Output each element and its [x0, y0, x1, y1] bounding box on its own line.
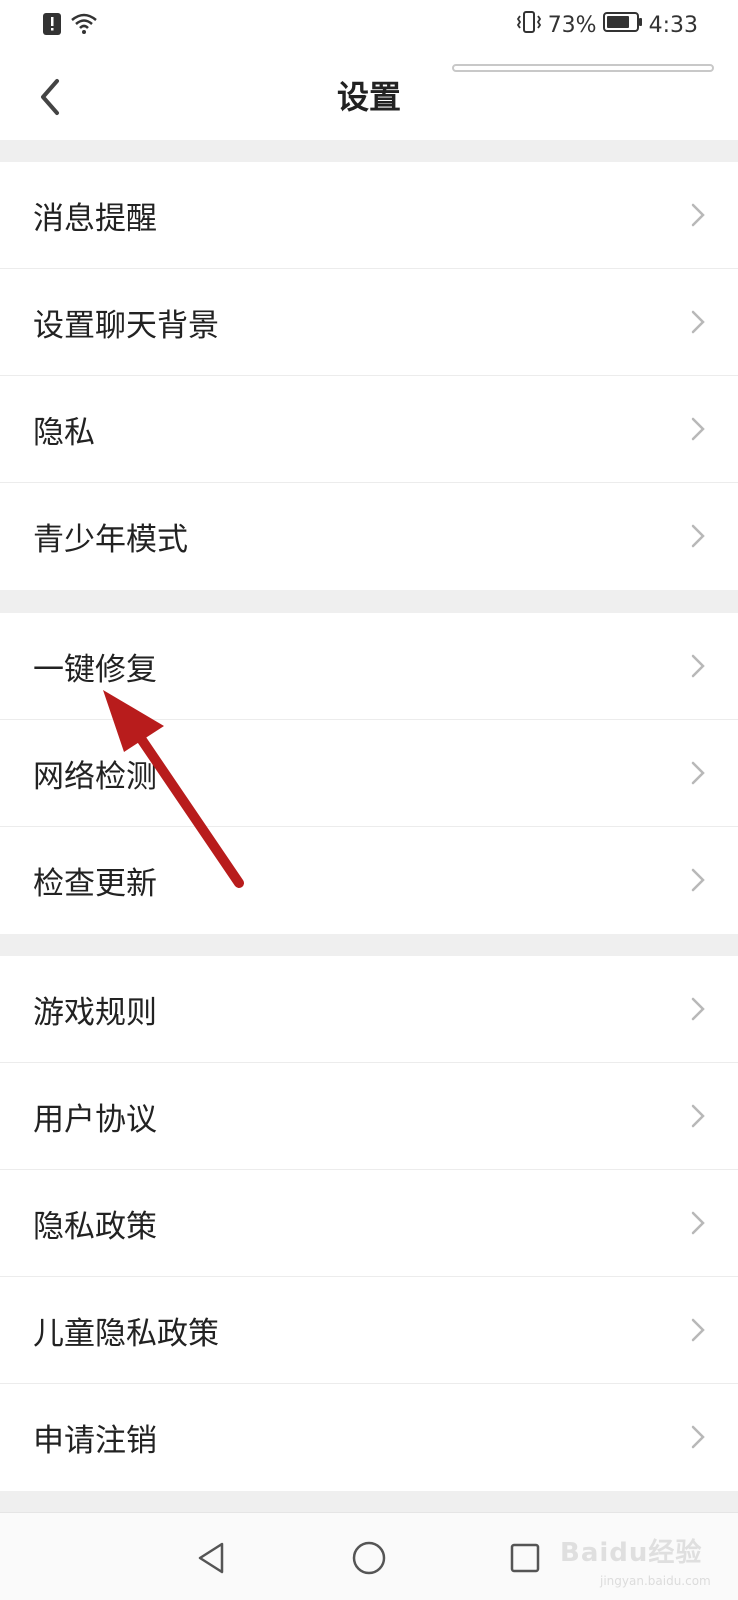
- chevron-left-icon: [41, 79, 59, 115]
- setting-check-update[interactable]: 检查更新: [0, 827, 738, 934]
- chevron-right-icon: [691, 997, 705, 1021]
- chevron-right-icon: [691, 524, 705, 548]
- battery-percentage: 73%: [547, 12, 597, 38]
- settings-group-1: 消息提醒 设置聊天背景 隐私 青少年模式: [0, 162, 738, 590]
- setting-label: 一键修复: [33, 651, 157, 688]
- chevron-right-icon: [691, 1211, 705, 1235]
- baidu-watermark-url: jingyan.baidu.com: [600, 1574, 711, 1588]
- setting-label: 消息提醒: [33, 200, 157, 237]
- back-button[interactable]: [24, 72, 74, 122]
- setting-teen-mode[interactable]: 青少年模式: [0, 483, 738, 590]
- chevron-right-icon: [691, 761, 705, 785]
- setting-message-reminder[interactable]: 消息提醒: [0, 162, 738, 269]
- battery-icon: [602, 11, 643, 39]
- chevron-right-icon: [691, 1425, 705, 1449]
- page-title: 设置: [336, 78, 401, 116]
- chevron-right-icon: [691, 868, 705, 892]
- wifi-icon: [70, 13, 98, 39]
- header: 设置: [0, 54, 738, 140]
- setting-label: 检查更新: [33, 866, 157, 902]
- baidu-watermark: Baidu经验: [560, 1538, 703, 1568]
- setting-label: 用户协议: [33, 1101, 157, 1138]
- setting-child-privacy-policy[interactable]: 儿童隐私政策: [0, 1277, 738, 1384]
- chevron-right-icon: [691, 417, 705, 441]
- clock: 4:33: [648, 12, 698, 38]
- setting-label: 网络检测: [33, 758, 157, 795]
- settings-group-3: 游戏规则 用户协议 隐私政策 儿童隐私政策 申请注销: [0, 956, 738, 1491]
- chevron-right-icon: [691, 1104, 705, 1128]
- setting-label: 儿童隐私政策: [33, 1315, 219, 1352]
- chevron-right-icon: [691, 310, 705, 334]
- setting-label: 隐私政策: [33, 1208, 157, 1245]
- setting-privacy[interactable]: 隐私: [0, 376, 738, 483]
- status-bar: 73% 4:33: [0, 0, 738, 54]
- setting-label: 游戏规则: [33, 994, 157, 1031]
- nav-home-button[interactable]: [342, 1531, 396, 1585]
- setting-one-click-repair[interactable]: 一键修复: [0, 613, 738, 720]
- setting-network-check[interactable]: 网络检测: [0, 720, 738, 827]
- chevron-right-icon: [691, 654, 705, 678]
- circle-home-icon: [352, 1541, 386, 1575]
- setting-label: 隐私: [33, 414, 95, 451]
- nav-recents-button[interactable]: [498, 1531, 552, 1585]
- vibrate-icon: [516, 10, 542, 40]
- nav-back-button[interactable]: [184, 1531, 238, 1585]
- setting-chat-background[interactable]: 设置聊天背景: [0, 269, 738, 376]
- setting-game-rules[interactable]: 游戏规则: [0, 956, 738, 1063]
- status-left: [42, 12, 98, 40]
- setting-privacy-policy[interactable]: 隐私政策: [0, 1170, 738, 1277]
- setting-user-agreement[interactable]: 用户协议: [0, 1063, 738, 1170]
- setting-label: 设置聊天背景: [33, 307, 219, 344]
- setting-label: 申请注销: [33, 1423, 157, 1459]
- square-recents-icon: [510, 1543, 540, 1573]
- setting-cancel-account[interactable]: 申请注销: [0, 1384, 738, 1491]
- setting-label: 青少年模式: [33, 522, 188, 558]
- triangle-back-icon: [198, 1542, 224, 1574]
- sim-alert-icon: [42, 12, 62, 40]
- settings-group-2: 一键修复 网络检测 检查更新: [0, 613, 738, 934]
- status-right: 73% 4:33: [516, 10, 698, 40]
- chevron-right-icon: [691, 203, 705, 227]
- chevron-right-icon: [691, 1318, 705, 1342]
